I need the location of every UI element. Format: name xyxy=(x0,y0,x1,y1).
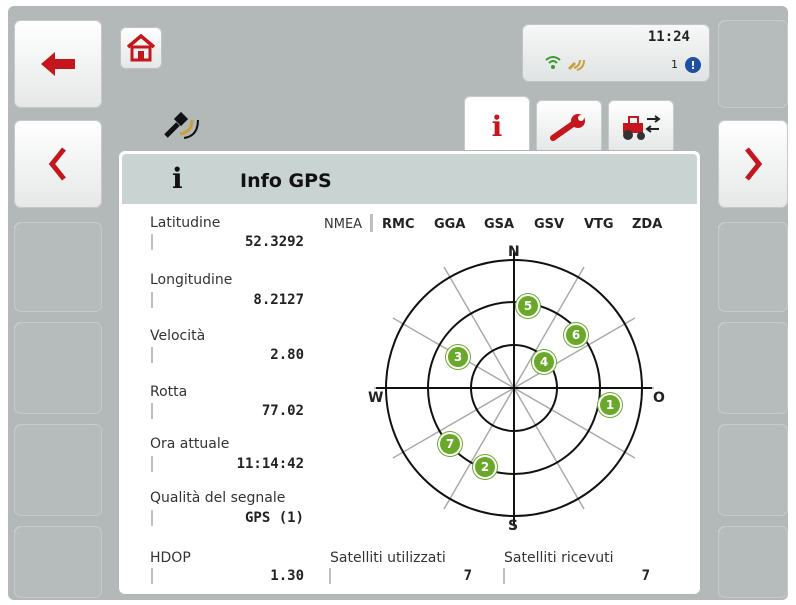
satellite-marker: 7 xyxy=(440,434,460,454)
empty-softkey-right-1[interactable] xyxy=(718,20,788,108)
nmea-vtg[interactable]: VTG xyxy=(584,217,614,232)
heading-bar xyxy=(151,403,153,419)
compass-north: N xyxy=(508,244,520,260)
compass-west: W xyxy=(368,390,384,406)
heading-label: Rotta xyxy=(150,384,188,400)
info-icon: i xyxy=(172,162,183,195)
notification-count: 1 xyxy=(671,58,678,71)
current-time-bar xyxy=(151,456,153,472)
tractor-settings-icon xyxy=(623,115,661,140)
longitude-bar xyxy=(151,292,153,308)
signal-quality-bar xyxy=(151,510,153,526)
latitude-bar xyxy=(151,234,153,250)
arrow-left-icon xyxy=(41,52,75,76)
gps-info-panel: i Info GPS Latitudine 52.3292 Longitudin… xyxy=(118,150,701,595)
nmea-divider xyxy=(370,214,373,232)
satellite-marker: 2 xyxy=(475,457,495,477)
wifi-icon xyxy=(545,56,561,69)
signal-quality-value: GPS (1) xyxy=(244,510,304,526)
nmea-gsa[interactable]: GSA xyxy=(484,217,514,232)
empty-softkey-right-3[interactable] xyxy=(718,322,788,414)
chevron-left-icon xyxy=(48,147,66,181)
latitude-value: 52.3292 xyxy=(244,234,304,250)
compass-south: S xyxy=(508,518,519,534)
current-time-value: 11:14:42 xyxy=(236,456,304,472)
gps-satellite-icon xyxy=(164,111,199,139)
satellites-used-label: Satelliti utilizzati xyxy=(330,550,446,566)
satellite-skyplot xyxy=(374,250,654,530)
hdop-value: 1.30 xyxy=(270,568,304,584)
current-time-label: Ora attuale xyxy=(150,436,230,452)
nmea-gsv[interactable]: GSV xyxy=(534,217,564,232)
empty-softkey-left-1[interactable] xyxy=(14,222,102,312)
status-panel: 11:24 1 ! xyxy=(522,24,710,82)
back-button[interactable] xyxy=(14,20,102,108)
nmea-label: NMEA xyxy=(324,217,363,232)
satellites-received-label: Satelliti ricevuti xyxy=(504,550,614,566)
nmea-zda[interactable]: ZDA xyxy=(632,217,662,232)
nmea-rmc[interactable]: RMC xyxy=(382,217,415,232)
empty-softkey-left-2[interactable] xyxy=(14,322,102,414)
home-button[interactable] xyxy=(120,27,162,69)
nmea-gga[interactable]: GGA xyxy=(434,217,465,232)
chevron-right-icon xyxy=(745,147,763,181)
compass-east: O xyxy=(653,390,665,406)
clock: 11:24 xyxy=(647,29,690,45)
tab-settings[interactable] xyxy=(536,100,602,154)
signal-quality-label: Qualità del segnale xyxy=(150,490,286,506)
satellite-marker: 4 xyxy=(534,352,554,372)
empty-softkey-right-2[interactable] xyxy=(718,222,788,312)
empty-softkey-left-3[interactable] xyxy=(14,424,102,516)
empty-softkey-right-4[interactable] xyxy=(718,424,788,516)
page-title: Info GPS xyxy=(240,170,332,192)
empty-softkey-right-5[interactable] xyxy=(718,526,788,598)
wrench-icon xyxy=(550,114,585,141)
next-button[interactable] xyxy=(718,120,788,208)
satellite-marker: 5 xyxy=(518,296,538,316)
empty-softkey-left-4[interactable] xyxy=(14,526,102,598)
satellite-marker: 3 xyxy=(448,347,468,367)
longitude-label: Longitudine xyxy=(150,272,233,288)
satellite-marker: 1 xyxy=(600,395,620,415)
latitude-label: Latitudine xyxy=(150,215,221,231)
hdop-bar xyxy=(151,568,153,584)
tab-tractor-settings[interactable] xyxy=(608,100,674,154)
speed-bar xyxy=(151,347,153,363)
satellites-used-bar xyxy=(329,568,331,584)
home-icon xyxy=(126,34,156,62)
speed-label: Velocità xyxy=(150,328,206,344)
satellite-marker: 6 xyxy=(566,325,586,345)
longitude-value: 8.2127 xyxy=(253,292,304,308)
panel-header: i Info GPS xyxy=(122,154,697,204)
gps-signal-icon xyxy=(567,59,585,71)
speed-value: 2.80 xyxy=(270,347,304,363)
satellites-used-value: 7 xyxy=(463,568,472,584)
hdop-label: HDOP xyxy=(150,550,191,566)
alert-icon[interactable]: ! xyxy=(684,56,702,74)
satellites-received-value: 7 xyxy=(641,568,650,584)
satellites-received-bar xyxy=(503,568,505,584)
previous-button[interactable] xyxy=(14,120,102,208)
svg-text:!: ! xyxy=(690,59,695,72)
heading-value: 77.02 xyxy=(261,403,304,419)
info-icon: i xyxy=(491,109,503,143)
